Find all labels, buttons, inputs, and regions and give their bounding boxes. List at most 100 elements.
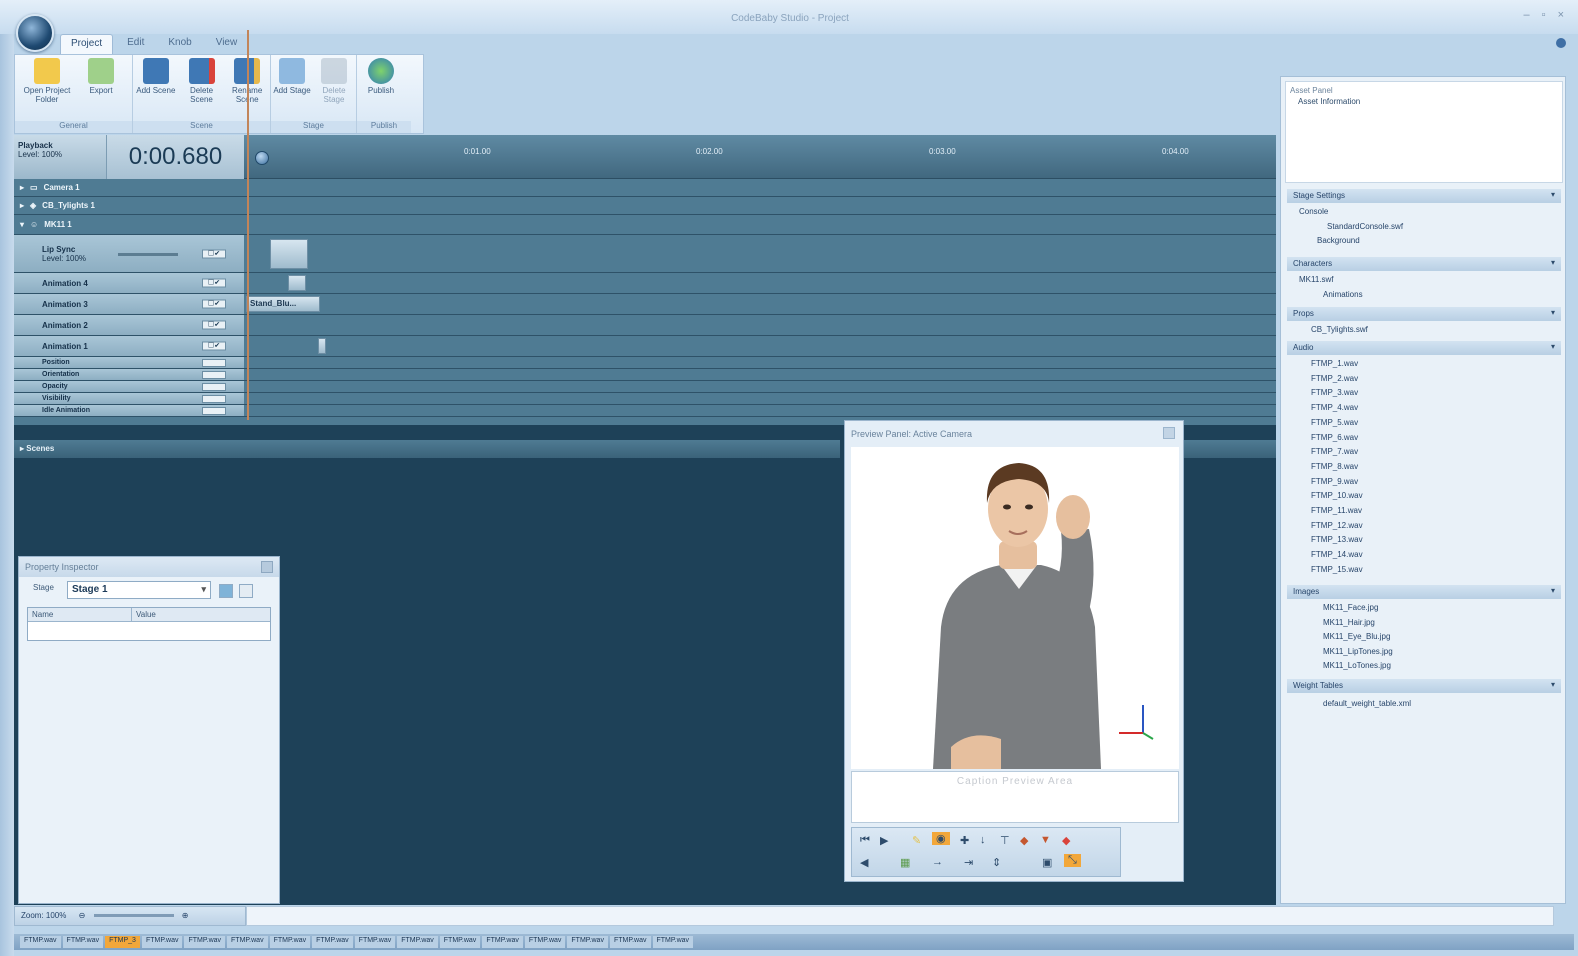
zoom-slider[interactable] [93, 914, 174, 918]
add-scene-button[interactable]: Add Scene [135, 58, 177, 104]
animation-clip[interactable] [288, 275, 306, 291]
section-stage-settings[interactable]: Stage Settings [1287, 189, 1561, 203]
zoom-out-icon[interactable]: ⊖ [79, 911, 86, 920]
open-file-tab[interactable]: FTMP.wav [567, 936, 608, 948]
expand-arrow-icon[interactable]: ▸ [20, 201, 24, 210]
track-visibility-toggle[interactable]: ☐✔ [202, 320, 226, 330]
help-icon[interactable] [1556, 38, 1566, 48]
audio-file-item[interactable]: FTMP_5.wav [1287, 416, 1561, 431]
track-visibility-toggle[interactable]: ☐✔ [202, 278, 226, 288]
track-opacity[interactable]: Opacity [14, 381, 1276, 393]
open-file-tab[interactable]: FTMP.wav [439, 936, 481, 948]
tab-project[interactable]: Project [60, 34, 114, 54]
audio-file-item[interactable]: FTMP_14.wav [1287, 548, 1561, 563]
animation-clip[interactable] [318, 338, 326, 354]
stage-settings-icon[interactable] [219, 584, 233, 598]
zoom-tool-icon[interactable]: ⤡ [1064, 854, 1081, 867]
track-visibility-toggle[interactable] [202, 358, 226, 367]
tree-item[interactable]: Console [1287, 205, 1561, 220]
open-file-tab[interactable]: FTMP.wav [20, 936, 61, 948]
track-visibility-toggle[interactable] [202, 382, 226, 391]
open-file-tab[interactable]: FTMP.wav [524, 936, 566, 948]
open-file-tab-active[interactable]: FTMP_3 [105, 936, 140, 948]
play-icon[interactable]: ▶ [880, 834, 888, 847]
export-button[interactable]: Export [81, 58, 121, 104]
collapse-arrow-icon[interactable]: ▾ [20, 220, 24, 229]
track-visibility-toggle[interactable] [202, 370, 226, 379]
minimize-icon[interactable]: – [1524, 9, 1530, 21]
add-stage-button[interactable]: Add Stage [273, 58, 311, 104]
tree-item[interactable]: Background [1287, 234, 1561, 249]
light-icon[interactable]: ◆ [1020, 834, 1028, 847]
open-file-tab[interactable]: FTMP.wav [269, 936, 311, 948]
track-visibility-toggle[interactable] [202, 394, 226, 403]
close-icon[interactable]: × [1558, 9, 1564, 21]
tab-edit[interactable]: Edit [117, 34, 154, 54]
image-file-item[interactable]: MK11_LipTones.jpg [1287, 645, 1561, 660]
audio-file-item[interactable]: FTMP_9.wav [1287, 475, 1561, 490]
tree-item[interactable]: CB_Tylights.swf [1287, 323, 1561, 338]
horizontal-scrollbar[interactable] [246, 906, 1554, 926]
open-file-tab[interactable]: FTMP.wav [227, 936, 268, 948]
audio-file-item[interactable]: FTMP_4.wav [1287, 401, 1561, 416]
loop-icon[interactable]: ⇕ [992, 856, 1001, 869]
track-prop[interactable]: ▸ ◈ CB_Tylights 1 [14, 197, 1276, 215]
track-orientation[interactable]: Orientation [14, 369, 1276, 381]
step-forward-icon[interactable]: ⇥ [964, 856, 973, 869]
stage-select[interactable]: Stage 1 [67, 581, 211, 599]
open-file-tab[interactable]: FTMP.wav [62, 936, 104, 948]
image-file-item[interactable]: MK11_Face.jpg [1287, 601, 1561, 616]
zoom-control[interactable]: Zoom: 100% ⊖ ⊕ [14, 906, 246, 926]
open-project-folder-button[interactable]: Open Project Folder [17, 58, 77, 104]
audio-file-item[interactable]: FTMP_6.wav [1287, 431, 1561, 446]
audio-file-item[interactable]: FTMP_2.wav [1287, 372, 1561, 387]
tree-item[interactable]: StandardConsole.swf [1287, 220, 1561, 235]
audio-file-item[interactable]: FTMP_15.wav [1287, 563, 1561, 578]
track-animation-4[interactable]: Animation 4 ☐✔ [14, 273, 1276, 294]
scenes-bar[interactable]: ▸ Scenes [14, 440, 840, 458]
target-icon[interactable]: ◆ [1062, 834, 1070, 847]
track-visibility-toggle[interactable]: ☐✔ [202, 249, 226, 258]
audio-file-item[interactable]: FTMP_11.wav [1287, 504, 1561, 519]
section-weight-tables[interactable]: Weight Tables [1287, 679, 1561, 693]
publish-button[interactable]: Publish [359, 58, 403, 95]
image-file-item[interactable]: MK11_LoTones.jpg [1287, 659, 1561, 674]
image-file-item[interactable]: MK11_Hair.jpg [1287, 616, 1561, 631]
save-icon[interactable]: ▣ [1042, 856, 1052, 869]
pointer-icon[interactable]: ✎ [912, 834, 921, 847]
time-ruler[interactable]: 0:01.00 0:02.00 0:03.00 0:04.00 [244, 135, 1276, 179]
lip-sync-clip[interactable] [270, 239, 308, 269]
delete-stage-button[interactable]: Delete Stage [315, 58, 353, 104]
preview-viewport[interactable] [851, 447, 1179, 769]
rewind-icon[interactable]: ⏮ [860, 834, 870, 847]
tree-item[interactable]: Animations [1287, 288, 1561, 303]
track-lip-sync[interactable]: Lip Sync Level: 100% ☐✔ [14, 235, 1276, 273]
track-position[interactable]: Position [14, 357, 1276, 369]
section-images[interactable]: Images [1287, 585, 1561, 599]
image-file-item[interactable]: MK11_Eye_Blu.jpg [1287, 630, 1561, 645]
back-icon[interactable]: ◀ [860, 856, 868, 869]
expand-arrow-icon[interactable]: ▸ [20, 183, 24, 192]
section-characters[interactable]: Characters [1287, 257, 1561, 271]
open-file-tab[interactable]: FTMP.wav [141, 936, 183, 948]
open-file-tab[interactable]: FTMP.wav [184, 936, 226, 948]
audio-file-item[interactable]: FTMP_12.wav [1287, 519, 1561, 534]
tree-item[interactable]: default_weight_table.xml [1287, 697, 1561, 712]
stage-options-icon[interactable] [239, 584, 253, 598]
tab-view[interactable]: View [206, 34, 248, 54]
track-character[interactable]: ▾ ☺ MK11 1 [14, 215, 1276, 235]
delete-scene-button[interactable]: Delete Scene [181, 58, 223, 104]
track-visibility-toggle[interactable]: ☐✔ [202, 341, 226, 351]
track-idle-animation[interactable]: Idle Animation [14, 405, 1276, 417]
lip-sync-level-slider[interactable] [118, 253, 178, 256]
close-icon[interactable] [261, 561, 273, 573]
grid-icon[interactable]: ▦ [900, 856, 910, 869]
application-orb-button[interactable] [16, 14, 54, 52]
track-animation-2[interactable]: Animation 2 ☐✔ [14, 315, 1276, 336]
audio-file-item[interactable]: FTMP_3.wav [1287, 386, 1561, 401]
track-visibility-toggle[interactable]: ☐✔ [202, 299, 226, 309]
track-camera[interactable]: ▸ ▭ Camera 1 [14, 179, 1276, 197]
track-visibility-toggle[interactable] [202, 406, 226, 415]
open-file-tab[interactable]: FTMP.wav [652, 936, 694, 948]
open-file-tab[interactable]: FTMP.wav [397, 936, 438, 948]
